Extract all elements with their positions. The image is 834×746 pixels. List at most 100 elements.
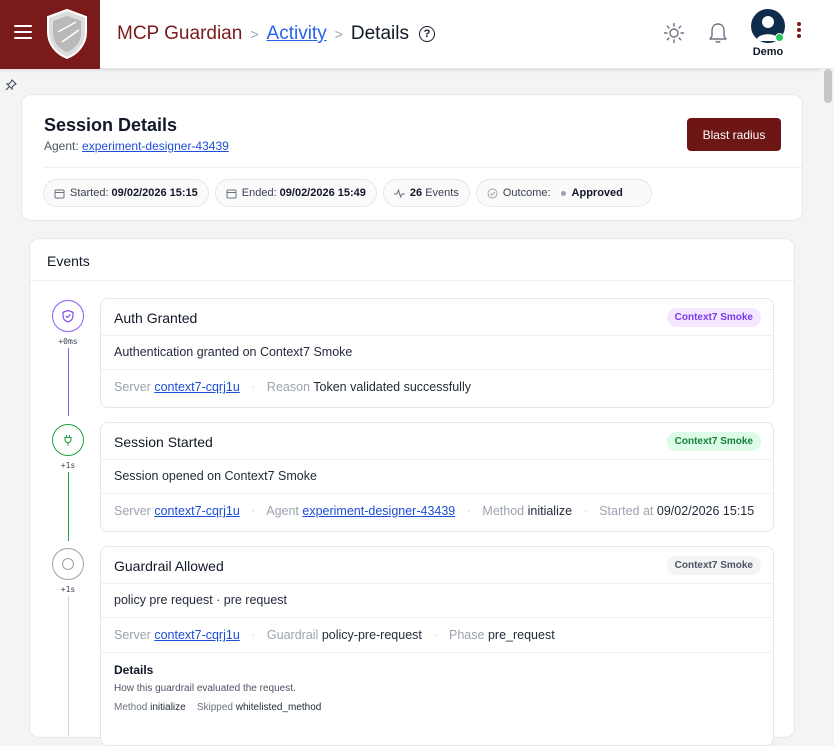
started-chip: Started: 09/02/2026 15:15 [43, 179, 209, 207]
page-title: Details [350, 23, 409, 44]
agent-link[interactable]: experiment-designer-43439 [82, 139, 229, 153]
events-count-chip: 26 Events [382, 179, 470, 207]
sun-icon[interactable] [663, 22, 685, 44]
guardrail-value: policy-pre-request [321, 628, 422, 642]
server-link[interactable]: context7-cqrj1u [154, 504, 239, 518]
event-header: Session Started Context7 Smoke [101, 423, 773, 460]
breadcrumb: MCP Guardian > Activity > Details ? [117, 22, 435, 46]
meta-label: Server [114, 504, 151, 518]
meta-label: Reason [266, 380, 311, 394]
phase-value: pre_request [487, 628, 555, 642]
details-label: Skipped [196, 702, 233, 713]
events-title: Events [47, 253, 90, 269]
timeline-node [52, 548, 84, 580]
activity-icon [393, 187, 405, 198]
ended-label: Ended: [241, 187, 277, 199]
event-header: Guardrail Allowed Context7 Smoke [101, 547, 773, 584]
event-card-guardrail-allowed[interactable]: Guardrail Allowed Context7 Smoke policy … [100, 546, 774, 746]
details-title: Details [114, 663, 154, 677]
details-row: Method initialize Skipped whitelisted_me… [101, 702, 773, 713]
help-icon[interactable]: ? [418, 26, 435, 42]
reason-value: Token validated successfully [313, 380, 471, 394]
started-value: 09/02/2026 15:15 [111, 187, 198, 199]
server-tag: Context7 Smoke [666, 556, 761, 575]
blast-radius-button[interactable]: Blast radius [687, 118, 781, 151]
breadcrumb-app[interactable]: MCP Guardian [117, 23, 242, 45]
details-method-value: initialize [150, 702, 186, 713]
event-card-session-started[interactable]: Session Started Context7 Smoke Session o… [100, 422, 774, 532]
server-tag: Context7 Smoke [666, 308, 761, 327]
scrollbar-thumb[interactable] [824, 69, 832, 103]
outcome-dot [560, 190, 566, 196]
divider [44, 167, 802, 168]
timeline-node [52, 424, 84, 456]
outcome-chip: Outcome: Approved [475, 179, 652, 207]
agent-label: Agent: [44, 139, 79, 153]
shield-logo-icon[interactable] [44, 8, 90, 60]
session-chips: Started: 09/02/2026 15:15 Ended: 09/02/2… [43, 179, 652, 207]
meta-label: Server [114, 628, 151, 642]
online-status-dot [775, 33, 784, 42]
meta-label: Guardrail [266, 628, 319, 642]
server-link[interactable]: context7-cqrj1u [154, 380, 239, 394]
check-circle-icon [487, 188, 498, 198]
agent-link[interactable]: experiment-designer-43439 [302, 504, 455, 518]
outcome-value: Approved [571, 187, 623, 199]
bell-icon[interactable] [708, 22, 728, 44]
timeline-connector [67, 596, 69, 736]
plug-icon [64, 435, 72, 446]
event-time: +1s [60, 461, 76, 470]
event-description: policy pre request · pre request [101, 584, 773, 618]
timeline-connector [67, 472, 69, 541]
calendar-icon [54, 189, 65, 198]
event-time: +1s [60, 585, 76, 594]
server-link[interactable]: context7-cqrj1u [154, 628, 239, 642]
brand-block [0, 0, 100, 69]
event-time: +0ms [58, 337, 78, 346]
meta-label: Server [114, 380, 151, 394]
event-meta: Server context7-cqrj1u · Agent experimen… [114, 504, 755, 518]
event-title: Session Started [114, 434, 213, 450]
meta-label: Started at [599, 504, 654, 518]
events-count: 26 [409, 187, 423, 199]
session-details-card: Session Details Agent: experiment-design… [21, 94, 803, 221]
scrollbar[interactable] [820, 69, 834, 726]
event-description: Authentication granted on Context7 Smoke [101, 336, 773, 370]
details-skipped-value: whitelisted_method [235, 702, 322, 713]
session-title: Session Details [44, 115, 178, 135]
event-card-auth-granted[interactable]: Auth Granted Context7 Smoke Authenticati… [100, 298, 774, 408]
started-label: Started: [70, 187, 109, 199]
event-description: Session opened on Context7 Smoke [101, 460, 773, 494]
timeline-connector [67, 348, 69, 416]
breadcrumb-separator: > [250, 26, 259, 42]
method-value: initialize [527, 504, 573, 518]
event-meta: Server context7-cqrj1u · Guardrail polic… [101, 618, 773, 653]
event-title: Auth Granted [114, 310, 198, 326]
kebab-menu-icon[interactable] [797, 22, 803, 40]
ended-chip: Ended: 09/02/2026 15:49 [214, 179, 377, 207]
events-card: Events +0ms +1s +1s Auth Granted Context… [29, 238, 795, 746]
user-name: Demo [752, 46, 784, 58]
breadcrumb-separator: > [334, 26, 343, 42]
details-subtitle: How this guardrail evaluated the request… [114, 683, 296, 694]
shield-icon [62, 309, 74, 323]
circle-icon [61, 557, 75, 571]
top-bar: MCP Guardian > Activity > Details ? Demo [0, 0, 834, 69]
event-meta: Server context7-cqrj1u · Reason Token va… [114, 380, 471, 394]
pin-icon[interactable] [5, 79, 17, 91]
event-header: Auth Granted Context7 Smoke [101, 299, 773, 336]
details-label: Method [114, 702, 148, 713]
breadcrumb-activity-link[interactable]: Activity [267, 23, 327, 45]
meta-label: Agent [266, 504, 299, 518]
outcome-label: Outcome: [502, 187, 551, 199]
divider [30, 280, 794, 281]
events-label: Events [425, 187, 459, 199]
session-agent: Agent: experiment-designer-43439 [44, 139, 229, 153]
timeline-node [52, 300, 84, 332]
menu-icon[interactable] [14, 25, 32, 39]
calendar-icon [226, 189, 237, 198]
ended-value: 09/02/2026 15:49 [279, 187, 366, 199]
server-tag: Context7 Smoke [666, 432, 761, 451]
event-title: Guardrail Allowed [114, 558, 224, 574]
started-value: 09/02/2026 15:15 [656, 504, 755, 518]
